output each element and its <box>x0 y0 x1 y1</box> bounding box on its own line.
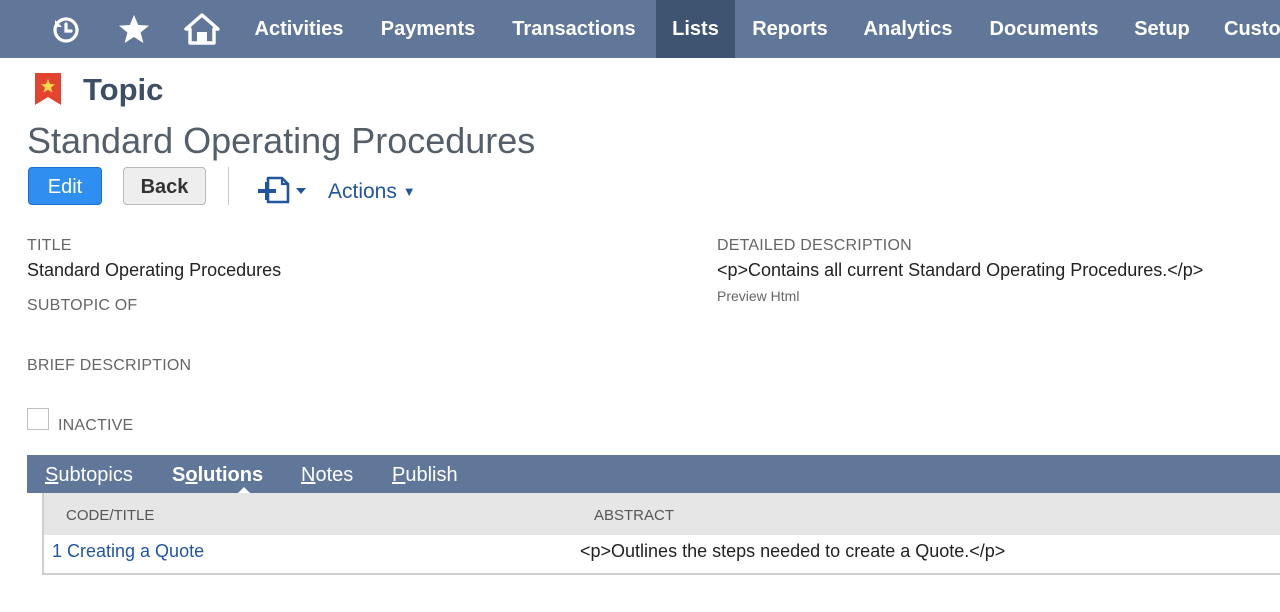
nav-customization[interactable]: Custo <box>1214 0 1280 58</box>
tab-solutions-hotkey: o <box>185 464 198 486</box>
recent-history-icon[interactable] <box>48 0 84 58</box>
tab-solutions-label: lutions <box>197 464 264 486</box>
actions-label: Actions <box>328 180 397 203</box>
tab-subtopics-hotkey: S <box>45 464 59 486</box>
title-field-value: Standard Operating Procedures <box>27 260 282 280</box>
inactive-checkbox[interactable] <box>27 408 49 430</box>
title-field-label: TITLE <box>27 237 72 254</box>
tab-subtopics[interactable]: Subtopics <box>45 455 133 493</box>
detailed-description-label: DETAILED DESCRIPTION <box>717 237 912 254</box>
table-header: CODE/TITLE ABSTRACT <box>44 493 1280 535</box>
record-type-label: Topic <box>83 72 164 107</box>
topic-bookmark-icon <box>35 73 61 110</box>
column-header-code-title[interactable]: CODE/TITLE <box>66 507 154 524</box>
back-button[interactable]: Back <box>123 167 206 205</box>
detailed-description-value: <p>Contains all current Standard Operati… <box>717 260 1204 280</box>
new-record-menu-icon[interactable] <box>258 176 310 211</box>
solution-abstract: <p>Outlines the steps needed to create a… <box>580 541 1006 561</box>
home-icon[interactable] <box>183 0 221 58</box>
tab-subtopics-label: ubtopics <box>58 464 133 486</box>
toolbar-divider <box>228 167 229 205</box>
solutions-table: CODE/TITLE ABSTRACT 1 Creating a Quote <… <box>42 493 1280 575</box>
nav-setup[interactable]: Setup <box>1124 0 1200 58</box>
tab-publish[interactable]: Publish <box>392 455 458 493</box>
preview-html-link[interactable]: Preview Html <box>717 288 799 304</box>
nav-payments[interactable]: Payments <box>367 0 489 58</box>
nav-analytics[interactable]: Analytics <box>852 0 964 58</box>
subtab-bar: Subtopics Solutions Notes Publish <box>27 455 1280 494</box>
star-icon[interactable] <box>116 0 152 58</box>
tab-publish-hotkey: P <box>392 464 406 486</box>
actions-menu[interactable]: Actions ▼ <box>328 180 416 204</box>
nav-activities[interactable]: Activities <box>241 0 357 58</box>
tab-publish-label: ublish <box>405 464 458 486</box>
chevron-down-icon: ▼ <box>402 184 416 199</box>
tab-notes-hotkey: N <box>301 464 316 486</box>
tab-notes-label: otes <box>315 464 354 486</box>
column-header-abstract[interactable]: ABSTRACT <box>594 507 674 524</box>
inactive-label: INACTIVE <box>58 417 134 434</box>
tab-solutions-label-start: S <box>172 464 186 486</box>
subtopic-field-label: SUBTOPIC OF <box>27 297 138 314</box>
tab-notes[interactable]: Notes <box>301 455 353 493</box>
nav-transactions[interactable]: Transactions <box>499 0 649 58</box>
edit-button[interactable]: Edit <box>28 167 102 205</box>
brief-description-label: BRIEF DESCRIPTION <box>27 357 192 374</box>
top-navigation: Activities Payments Transactions Lists R… <box>0 0 1280 58</box>
page-title: Standard Operating Procedures <box>27 120 536 161</box>
solution-code-title-link[interactable]: 1 Creating a Quote <box>52 541 204 562</box>
nav-documents[interactable]: Documents <box>978 0 1110 58</box>
nav-lists[interactable]: Lists <box>656 0 735 58</box>
nav-reports[interactable]: Reports <box>742 0 838 58</box>
